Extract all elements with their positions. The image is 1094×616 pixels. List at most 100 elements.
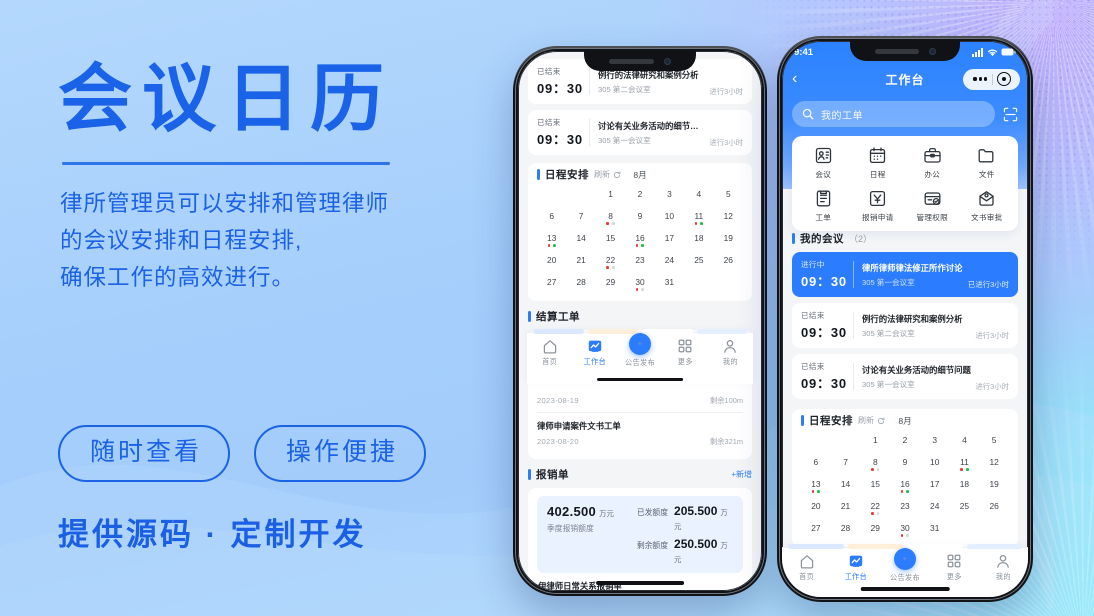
add-new-button[interactable]: +新增	[731, 469, 752, 480]
calendar-day[interactable]: 28	[566, 276, 595, 291]
tab-更多[interactable]: 更多	[930, 553, 979, 582]
calendar-day[interactable]: 13	[801, 478, 831, 493]
calendar-day[interactable]: 9	[625, 210, 654, 225]
calendar-day[interactable]: 13	[537, 232, 566, 247]
quick-action-工单[interactable]: 工单	[796, 189, 851, 223]
calendar-day[interactable]: 10	[920, 456, 950, 471]
target-icon[interactable]	[997, 72, 1011, 86]
calendar-day[interactable]: 23	[890, 500, 920, 515]
calendar-day[interactable]: 27	[537, 276, 566, 291]
calendar-day[interactable]: 17	[655, 232, 684, 247]
phone-right-scroll[interactable]: 我的会议 （2） 进行中 09：30 律所律师律法修正所作讨论 305 第一会议…	[782, 227, 1028, 553]
meeting-card[interactable]: 已结束 09：30 例行的法律研究和案例分析 305 第二会议室 进行3小时	[792, 303, 1018, 348]
miniprogram-capsule[interactable]	[963, 68, 1020, 90]
calendar-day[interactable]: 18	[684, 232, 713, 247]
calendar-day[interactable]: 6	[801, 456, 831, 471]
calendar-day[interactable]: 25	[950, 500, 980, 515]
calendar-day[interactable]: 1	[860, 434, 890, 449]
tab-公告发布[interactable]: + 公告发布	[617, 333, 662, 368]
tab-首页[interactable]: 首页	[782, 553, 831, 582]
calendar-day[interactable]: 10	[655, 210, 684, 225]
calendar-day[interactable]: 2	[890, 434, 920, 449]
meeting-card[interactable]: 已结束 09：30 讨论有关业务活动的细节问题 305 第一会议室 进行3小时	[792, 354, 1018, 399]
calendar-day[interactable]: 2	[625, 188, 654, 203]
calendar-day[interactable]: 21	[831, 500, 861, 515]
calendar-day[interactable]: 26	[979, 500, 1009, 515]
calendar-day[interactable]: 11	[950, 456, 980, 471]
meeting-card[interactable]: 已结束 09：30 讨论有关业务活动的细节问题 305 第一会议室 进行3小时	[528, 110, 752, 155]
worksheet-row[interactable]: 律师申请案件文书工单 2023-08-20 剩余321m	[537, 413, 743, 453]
calendar-day[interactable]: 12	[714, 210, 743, 225]
calendar-day[interactable]: 20	[537, 254, 566, 269]
calendar-day[interactable]: 23	[625, 254, 654, 269]
calendar-day[interactable]: 14	[831, 478, 861, 493]
plus-icon[interactable]: +	[894, 548, 916, 570]
calendar-day[interactable]: 22	[596, 254, 625, 269]
calendar-day[interactable]: 8	[860, 456, 890, 471]
calendar-day[interactable]: 30	[890, 522, 920, 537]
quick-action-办公[interactable]: 办公	[905, 146, 960, 180]
meeting-card[interactable]: 进行中 09：30 律所律师律法修正所作讨论 305 第一会议室 已进行3小时	[792, 252, 1018, 297]
calendar-day[interactable]: 20	[801, 500, 831, 515]
calendar-day[interactable]: 15	[596, 232, 625, 247]
pill-anytime-view[interactable]: 随时查看	[58, 425, 231, 482]
calendar-day[interactable]: 30	[625, 276, 654, 291]
quick-action-报销申请[interactable]: 报销申请	[851, 189, 906, 223]
calendar-day[interactable]: 18	[950, 478, 980, 493]
calendar-day[interactable]: 7	[566, 210, 595, 225]
worksheet-row[interactable]: 2023-08-19 剩余100m	[537, 384, 743, 413]
more-dots-icon[interactable]	[968, 77, 992, 81]
search-input[interactable]: 我的工单	[792, 101, 995, 127]
calendar-day[interactable]: 21	[566, 254, 595, 269]
plus-icon[interactable]: +	[629, 333, 651, 355]
tab-公告发布[interactable]: + 公告发布	[880, 548, 929, 583]
refresh-button[interactable]: 刷新	[858, 415, 885, 426]
calendar-day[interactable]: 17	[920, 478, 950, 493]
calendar-day[interactable]: 31	[920, 522, 950, 537]
calendar-day[interactable]: 29	[596, 276, 625, 291]
quick-action-会议[interactable]: 会议	[796, 146, 851, 180]
tab-工作台[interactable]: 工作台	[831, 553, 880, 582]
calendar-day[interactable]: 24	[655, 254, 684, 269]
calendar-day[interactable]: 16	[890, 478, 920, 493]
calendar-day[interactable]: 5	[979, 434, 1009, 449]
calendar-day[interactable]: 7	[831, 456, 861, 471]
calendar-day[interactable]: 11	[684, 210, 713, 225]
calendar-day[interactable]: 19	[979, 478, 1009, 493]
calendar-day[interactable]: 15	[860, 478, 890, 493]
pill-easy-operate[interactable]: 操作便捷	[254, 425, 427, 482]
quick-action-文件[interactable]: 文件	[960, 146, 1015, 180]
refresh-icon[interactable]	[877, 416, 885, 425]
tab-我的[interactable]: 我的	[979, 553, 1028, 582]
calendar-day[interactable]: 5	[714, 188, 743, 203]
calendar-day[interactable]: 22	[860, 500, 890, 515]
refresh-button[interactable]: 刷新	[594, 169, 621, 180]
calendar-day[interactable]: 14	[566, 232, 595, 247]
phone-left-scroll[interactable]: 已结束 09：30 例行的法律研究和案例分析 305 第二会议室 进行3小时 已…	[518, 51, 762, 591]
tab-更多[interactable]: 更多	[663, 338, 708, 367]
calendar-day[interactable]: 1	[596, 188, 625, 203]
calendar-day[interactable]: 9	[890, 456, 920, 471]
calendar-day[interactable]: 4	[950, 434, 980, 449]
calendar-day[interactable]: 12	[979, 456, 1009, 471]
calendar-day[interactable]: 6	[537, 210, 566, 225]
calendar-day[interactable]: 3	[920, 434, 950, 449]
calendar-day[interactable]: 29	[860, 522, 890, 537]
calendar-day[interactable]: 16	[625, 232, 654, 247]
scan-icon[interactable]	[1003, 107, 1018, 122]
quick-action-管理权限[interactable]: 管理权限	[905, 189, 960, 223]
calendar-day[interactable]: 25	[684, 254, 713, 269]
tab-我的[interactable]: 我的	[708, 338, 753, 367]
quick-action-日程[interactable]: 日程	[851, 146, 906, 180]
calendar-day[interactable]: 4	[684, 188, 713, 203]
calendar-day[interactable]: 8	[596, 210, 625, 225]
tab-工作台[interactable]: 工作台	[572, 338, 617, 367]
calendar-day[interactable]: 3	[655, 188, 684, 203]
calendar-day[interactable]: 19	[714, 232, 743, 247]
calendar-day[interactable]: 27	[801, 522, 831, 537]
calendar-day[interactable]: 26	[714, 254, 743, 269]
refresh-icon[interactable]	[613, 170, 621, 179]
calendar-day[interactable]: 31	[655, 276, 684, 291]
calendar-day[interactable]: 28	[831, 522, 861, 537]
tab-首页[interactable]: 首页	[527, 338, 572, 367]
